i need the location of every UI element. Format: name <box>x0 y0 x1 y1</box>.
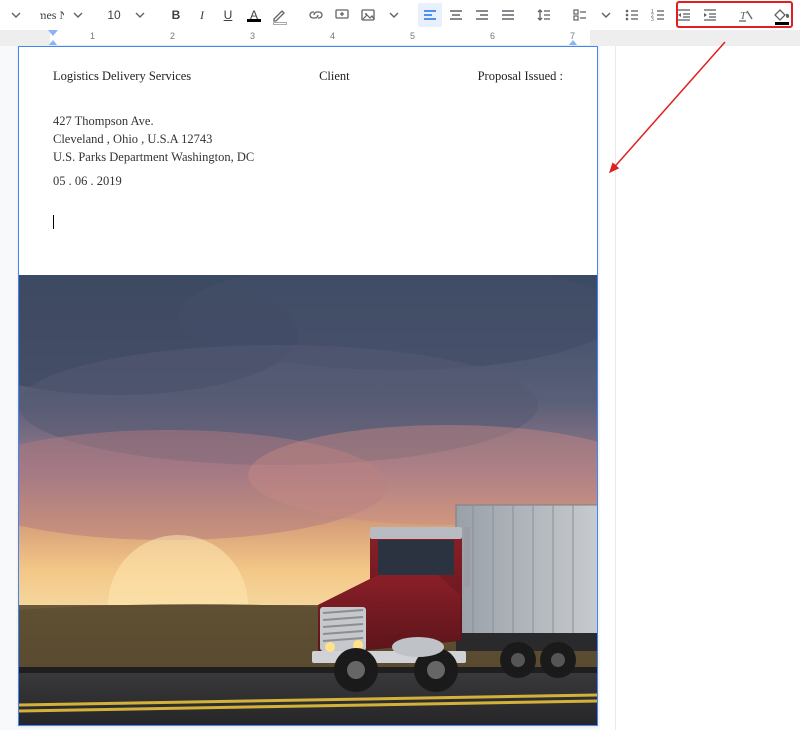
document-header-row: Logistics Delivery Services Client Propo… <box>53 69 563 84</box>
ruler-number: 5 <box>410 31 415 41</box>
align-left-button[interactable] <box>418 3 442 27</box>
address-line-2: Cleveland , Ohio , U.S.A 12743 <box>53 130 563 148</box>
hero-truck-image[interactable] <box>19 275 597 725</box>
align-right-button[interactable] <box>470 3 494 27</box>
bullet-list-button[interactable] <box>620 3 644 27</box>
text-color-button[interactable]: A <box>242 3 266 27</box>
ruler-number: 4 <box>330 31 335 41</box>
font-family-select[interactable]: Times N... <box>40 3 64 27</box>
underline-button[interactable]: U <box>216 3 240 27</box>
document-date: 05 . 06 . 2019 <box>53 172 563 190</box>
canvas-divider <box>615 46 616 730</box>
ruler-number: 3 <box>250 31 255 41</box>
svg-text:T: T <box>740 10 747 22</box>
align-justify-button[interactable] <box>496 3 520 27</box>
clear-formatting-button[interactable]: T <box>734 3 758 27</box>
horizontal-ruler[interactable]: 1 2 3 4 5 6 7 <box>0 30 800 46</box>
header-col-client: Client <box>319 69 350 84</box>
document-page[interactable]: Logistics Delivery Services Client Propo… <box>18 46 598 726</box>
bold-button[interactable]: B <box>164 3 188 27</box>
numbered-list-button[interactable]: 123 <box>646 3 670 27</box>
text-cursor-icon <box>53 215 54 229</box>
insert-image-dropdown[interactable] <box>382 3 406 27</box>
font-size-select[interactable]: 10 <box>102 3 126 27</box>
header-col-company: Logistics Delivery Services <box>53 69 191 84</box>
header-col-proposal: Proposal Issued : <box>478 69 563 84</box>
cell-fill-color-button[interactable] <box>770 3 794 27</box>
font-family-dropdown[interactable] <box>66 3 90 27</box>
cell-fill-color-dropdown[interactable] <box>796 3 800 27</box>
decrease-indent-button[interactable] <box>672 3 696 27</box>
checklist-dropdown[interactable] <box>594 3 618 27</box>
highlight-color-button[interactable] <box>268 3 292 27</box>
ruler-number: 1 <box>90 31 95 41</box>
address-line-3: U.S. Parks Department Washington, DC <box>53 148 563 166</box>
address-block: 427 Thompson Ave. Cleveland , Ohio , U.S… <box>53 112 563 191</box>
address-line-1: 427 Thompson Ave. <box>53 112 563 130</box>
document-canvas[interactable]: Logistics Delivery Services Client Propo… <box>0 46 800 730</box>
ruler-number: 6 <box>490 31 495 41</box>
svg-text:3: 3 <box>651 17 654 23</box>
line-spacing-button[interactable] <box>532 3 556 27</box>
font-size-dropdown[interactable] <box>128 3 152 27</box>
canvas-background <box>600 46 800 730</box>
styles-dropdown[interactable] <box>4 3 28 27</box>
insert-image-button[interactable] <box>356 3 380 27</box>
align-center-button[interactable] <box>444 3 468 27</box>
italic-button[interactable]: I <box>190 3 214 27</box>
insert-link-button[interactable] <box>304 3 328 27</box>
formatting-toolbar: Times N... 10 B I U A <box>0 0 800 30</box>
checklist-button[interactable] <box>568 3 592 27</box>
text-cursor-line[interactable] <box>53 215 563 231</box>
insert-comment-button[interactable] <box>330 3 354 27</box>
ruler-number: 2 <box>170 31 175 41</box>
increase-indent-button[interactable] <box>698 3 722 27</box>
